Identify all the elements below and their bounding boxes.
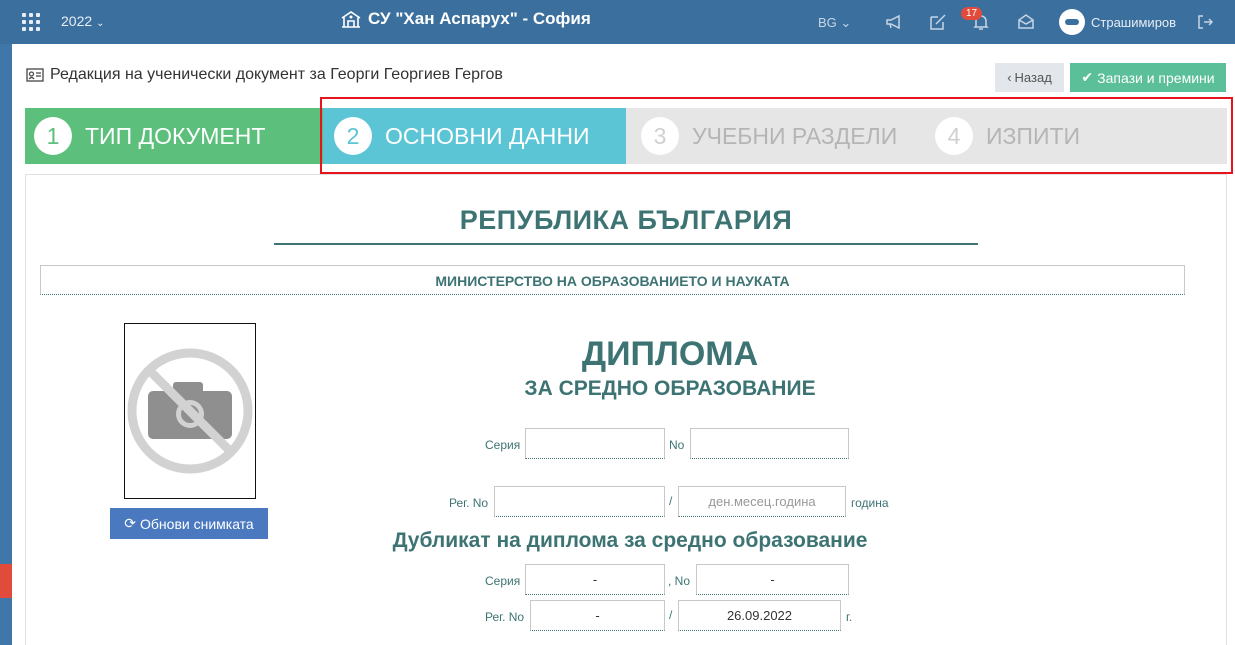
school-name: СУ "Хан Аспарух" - София	[368, 9, 591, 28]
top-bar: 2022 ⌄ СУ "Хан Аспарух" - София BG ⌄ 17 С…	[0, 0, 1235, 44]
dup-date-input[interactable]: 26.09.2022	[678, 600, 841, 631]
school-building-icon	[341, 11, 361, 28]
reg-date-input[interactable]: ден.месец.година	[678, 486, 846, 517]
diploma-title: ДИПЛОМА	[581, 335, 759, 373]
sidebar-active-marker	[0, 564, 12, 598]
ministry-field[interactable]: МИНИСТЕРСТВО НА ОБРАЗОВАНИЕТО И НАУКАТА	[40, 265, 1185, 295]
slash-separator: /	[669, 494, 673, 508]
page-title: Редакция на ученически документ за Георг…	[26, 66, 503, 84]
apps-grid-icon[interactable]	[22, 13, 40, 31]
edit-icon[interactable]	[928, 12, 948, 32]
reg-number-label: Рег. No	[449, 496, 489, 510]
left-sidebar-strip	[0, 44, 12, 645]
chevron-down-icon: ⌄	[840, 15, 852, 30]
dup-number-label: , No	[668, 574, 691, 588]
reg-number-input[interactable]	[494, 486, 665, 517]
year-label: 2022	[61, 13, 93, 29]
step-number: 1	[34, 117, 72, 155]
back-button-label: Назад	[1014, 70, 1052, 85]
number-input[interactable]	[690, 428, 849, 459]
refresh-photo-label: Обнови снимката	[140, 515, 254, 532]
refresh-icon: ⟳	[124, 515, 137, 531]
save-button-label: Запази и премини	[1097, 69, 1215, 86]
refresh-photo-button[interactable]: ⟳ Обнови снимката	[110, 508, 268, 539]
series-label: Серия	[485, 438, 521, 452]
school-title: СУ "Хан Аспарух" - София	[340, 9, 591, 29]
no-photo-icon	[127, 348, 253, 474]
number-label: No	[669, 438, 685, 452]
republic-heading: РЕПУБЛИКА БЪЛГАРИЯ	[459, 205, 793, 235]
student-photo	[124, 323, 256, 499]
highlight-box	[320, 97, 1233, 174]
logout-icon[interactable]	[1195, 12, 1215, 32]
language-selector[interactable]: BG ⌄	[818, 15, 851, 31]
check-icon: ✔	[1081, 69, 1094, 85]
back-button[interactable]: ‹ Назад	[995, 63, 1064, 92]
envelope-open-icon[interactable]	[1016, 12, 1036, 32]
dup-reg-label: Рег. No	[485, 610, 525, 624]
dup-reg-input[interactable]: -	[530, 600, 665, 631]
year-suffix-label: година	[851, 496, 889, 510]
chevron-left-icon: ‹	[1007, 70, 1012, 85]
series-input[interactable]	[525, 428, 665, 459]
username[interactable]: Страшимиров	[1091, 15, 1176, 30]
dup-number-input[interactable]: -	[696, 564, 849, 595]
diploma-subtitle: ЗА СРЕДНО ОБРАЗОВАНИЕ	[524, 377, 816, 400]
chevron-down-icon: ⌄	[96, 18, 105, 29]
heading-divider	[274, 243, 978, 245]
megaphone-icon[interactable]	[884, 12, 904, 32]
avatar[interactable]	[1059, 9, 1085, 35]
dup-slash-separator: /	[669, 608, 673, 622]
page-title-text: Редакция на ученически документ за Георг…	[50, 66, 503, 83]
dup-series-input[interactable]: -	[525, 564, 665, 595]
duplicate-heading: Дубликат на диплома за средно образовани…	[392, 529, 868, 552]
id-card-icon	[26, 68, 44, 82]
year-selector[interactable]: 2022 ⌄	[61, 13, 105, 29]
step-document-type[interactable]: 1 ТИП ДОКУМЕНТ	[25, 108, 323, 164]
dup-year-suffix: г.	[846, 610, 853, 624]
step-label: ТИП ДОКУМЕНТ	[85, 122, 266, 149]
save-and-continue-button[interactable]: ✔ Запази и премини	[1070, 63, 1226, 92]
language-label: BG	[818, 15, 837, 30]
dup-series-label: Серия	[485, 574, 521, 588]
notification-badge: 17	[961, 7, 983, 20]
